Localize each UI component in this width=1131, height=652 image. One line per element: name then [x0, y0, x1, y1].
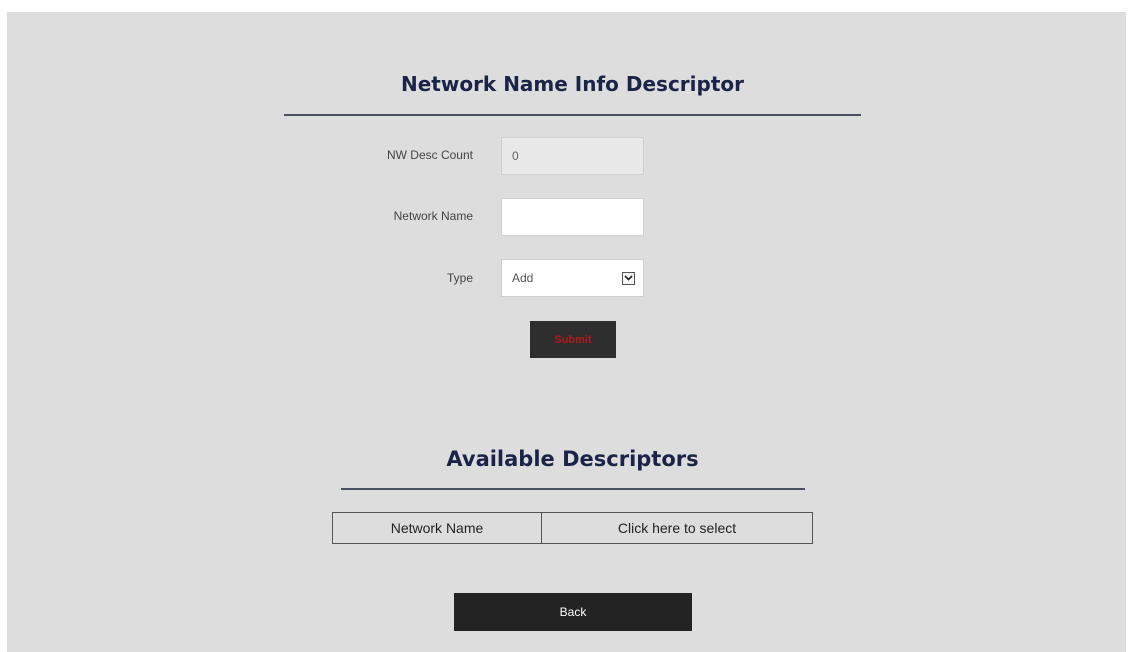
nw-desc-count-value: 0: [512, 149, 519, 163]
title-divider: [284, 114, 861, 116]
network-name-input[interactable]: [501, 198, 644, 236]
select-descriptor-link[interactable]: Click here to select: [541, 512, 813, 544]
chevron-down-icon[interactable]: [622, 271, 635, 285]
descriptors-table: Network Name Click here to select: [332, 512, 813, 544]
back-button[interactable]: Back: [454, 593, 692, 631]
nw-desc-count-field: 0: [501, 137, 644, 175]
type-select[interactable]: Add: [501, 259, 644, 297]
available-descriptors-title: Available Descriptors: [446, 447, 699, 471]
form-title: Network Name Info Descriptor: [400, 72, 745, 96]
descriptors-divider: [341, 488, 805, 490]
type-selected-value: Add: [512, 271, 534, 285]
network-name-label: Network Name: [393, 209, 473, 223]
type-label: Type: [446, 271, 473, 285]
descriptor-name-cell: Network Name: [332, 512, 542, 544]
table-row: Network Name Click here to select: [332, 512, 813, 544]
nw-desc-count-label: NW Desc Count: [386, 148, 473, 162]
submit-button[interactable]: Submit: [530, 321, 616, 358]
